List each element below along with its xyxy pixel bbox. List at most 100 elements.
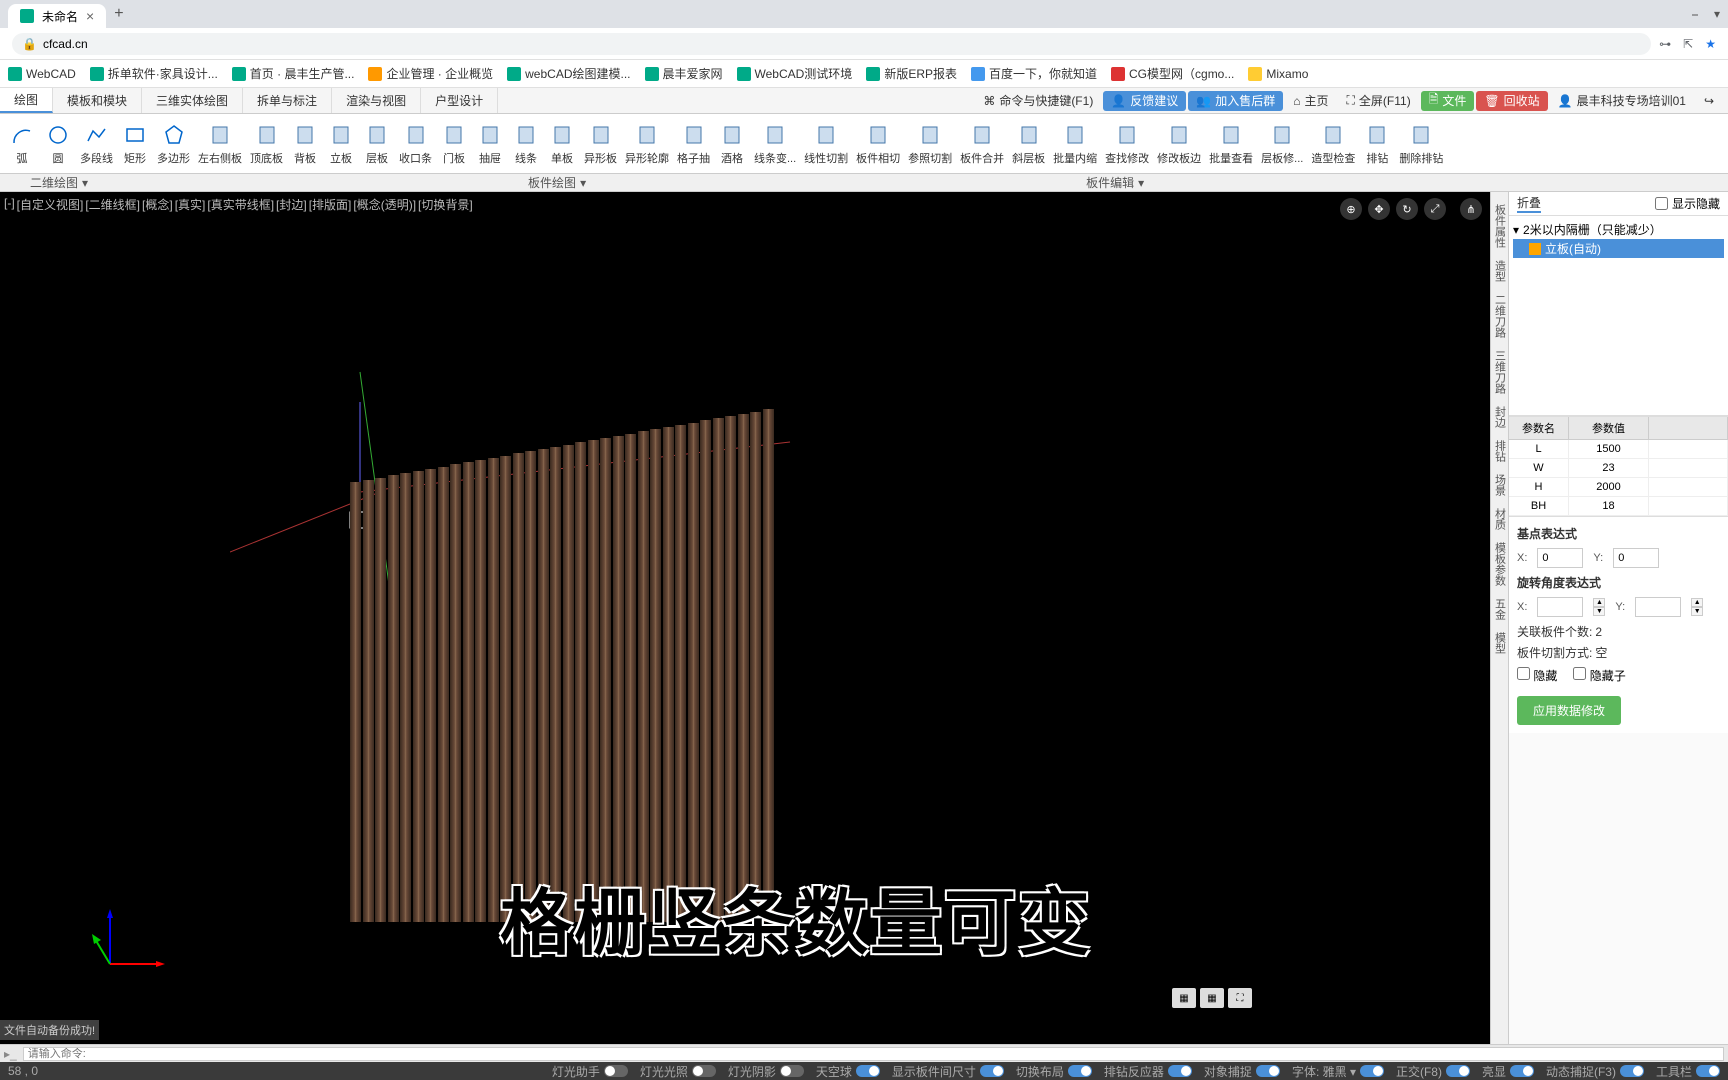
view-mode[interactable]: [自定义视图]: [17, 196, 84, 213]
toggle-switch[interactable]: [604, 1065, 628, 1077]
sub-ribbon-2d[interactable]: 二维绘图 ▾: [30, 174, 88, 191]
ribbon-refcut[interactable]: 参照切割: [904, 119, 956, 168]
bookmark-item[interactable]: WebCAD: [8, 67, 76, 81]
toggle-switch[interactable]: [1256, 1065, 1280, 1077]
expand-icon[interactable]: ⤢: [1424, 198, 1446, 220]
ribbon-check[interactable]: 造型检查: [1307, 119, 1359, 168]
side-tab[interactable]: 模型: [1492, 632, 1508, 654]
minimize-icon[interactable]: ⎯: [1692, 7, 1698, 22]
star-icon[interactable]: ★: [1705, 37, 1716, 51]
menu-tab[interactable]: 绘图: [0, 88, 53, 113]
ribbon-special[interactable]: 异形板: [580, 119, 621, 168]
shortcut-button[interactable]: ⌘ 命令与快捷键(F1): [975, 91, 1101, 111]
status-toggle[interactable]: 正交(F8): [1396, 1063, 1470, 1080]
ribbon-single[interactable]: 单板: [544, 119, 580, 168]
ribbon-batch[interactable]: 批量查看: [1205, 119, 1257, 168]
side-tab[interactable]: 造型: [1492, 260, 1508, 282]
url-field[interactable]: 🔒 cfcad.cn: [12, 33, 1651, 55]
rotation-y-input[interactable]: [1635, 597, 1681, 617]
file-button[interactable]: 🗎 文件: [1421, 91, 1475, 111]
rotation-x-input[interactable]: [1537, 597, 1583, 617]
menu-tab[interactable]: 拆单与标注: [243, 88, 332, 113]
view-mode[interactable]: [切换背景]: [418, 196, 473, 213]
ribbon-drawer[interactable]: 抽屉: [472, 119, 508, 168]
toggle-switch[interactable]: [856, 1065, 880, 1077]
ribbon-find[interactable]: 查找修改: [1101, 119, 1153, 168]
logout-icon[interactable]: ↪: [1696, 91, 1722, 111]
collapse-tab[interactable]: 折叠: [1517, 194, 1541, 213]
ribbon-strip[interactable]: 收口条: [395, 119, 436, 168]
side-tab[interactable]: 板件属性: [1492, 204, 1508, 248]
ribbon-tangent[interactable]: 板件相切: [852, 119, 904, 168]
bookmark-item[interactable]: 新版ERP报表: [866, 65, 957, 82]
user-button[interactable]: 👤 晨丰科技专场培训01: [1550, 91, 1694, 111]
ribbon-lineedit[interactable]: 线条变...: [750, 119, 800, 168]
share-view-icon[interactable]: ⋔: [1460, 198, 1482, 220]
toggle-switch[interactable]: [1696, 1065, 1720, 1077]
browser-tab[interactable]: 未命名 ×: [8, 4, 106, 28]
toggle-switch[interactable]: [1620, 1065, 1644, 1077]
ribbon-polyline[interactable]: 多段线: [76, 119, 117, 168]
side-tab[interactable]: 排钻: [1492, 440, 1508, 462]
ribbon-line[interactable]: 线条: [508, 119, 544, 168]
bookmark-item[interactable]: 企业管理 · 企业概览: [368, 65, 493, 82]
ribbon-panel-back[interactable]: 背板: [287, 119, 323, 168]
status-toggle[interactable]: 字体: 雅黑 ▾: [1292, 1063, 1384, 1080]
view-mode[interactable]: [概念(透明)]: [353, 196, 416, 213]
feedback-button[interactable]: 👤 反馈建议: [1103, 91, 1186, 111]
toggle-switch[interactable]: [1510, 1065, 1534, 1077]
new-tab-button[interactable]: +: [106, 5, 131, 23]
ribbon-grid[interactable]: 格子抽: [673, 119, 714, 168]
ribbon-panel-tb[interactable]: 顶底板: [246, 119, 287, 168]
ribbon-shrink[interactable]: 批量内缩: [1049, 119, 1101, 168]
status-toggle[interactable]: 灯光光照: [640, 1063, 716, 1080]
command-input[interactable]: [23, 1047, 1724, 1061]
side-tab[interactable]: 二维刀路: [1492, 294, 1508, 338]
ribbon-lcut[interactable]: 线性切割: [800, 119, 852, 168]
status-toggle[interactable]: 对象捕捉: [1204, 1063, 1280, 1080]
status-toggle[interactable]: 灯光助手: [552, 1063, 628, 1080]
side-tab[interactable]: 材质: [1492, 508, 1508, 530]
view-mode[interactable]: [二维线框]: [85, 196, 140, 213]
menu-tab[interactable]: 模板和模块: [53, 88, 142, 113]
show-hidden-checkbox[interactable]: 显示隐藏: [1655, 195, 1720, 212]
share-icon[interactable]: ⇱: [1683, 37, 1693, 51]
group-button[interactable]: 👥 加入售后群: [1188, 91, 1283, 111]
status-toggle[interactable]: 天空球: [816, 1063, 880, 1080]
table-row[interactable]: BH18: [1509, 497, 1728, 516]
refresh-icon[interactable]: ↻: [1396, 198, 1418, 220]
ribbon-deldrill[interactable]: 删除排钻: [1395, 119, 1447, 168]
menu-tab[interactable]: 户型设计: [421, 88, 498, 113]
target-icon[interactable]: ⊕: [1340, 198, 1362, 220]
side-tab[interactable]: 五金: [1492, 598, 1508, 620]
sub-ribbon-panel[interactable]: 板件绘图 ▾: [528, 174, 586, 191]
status-toggle[interactable]: 排钻反应器: [1104, 1063, 1192, 1080]
ribbon-panel-v[interactable]: 立板: [323, 119, 359, 168]
move-icon[interactable]: ✥: [1368, 198, 1390, 220]
ribbon-merge[interactable]: 板件合并: [956, 119, 1008, 168]
ribbon-arc[interactable]: 弧: [4, 119, 40, 168]
toggle-switch[interactable]: [1168, 1065, 1192, 1077]
view-mode[interactable]: [真实]: [175, 196, 206, 213]
spinner-up[interactable]: ▲: [1593, 598, 1605, 607]
status-toggle[interactable]: 切换布局: [1016, 1063, 1092, 1080]
menu-tab[interactable]: 三维实体绘图: [142, 88, 243, 113]
ribbon-polygon[interactable]: 多边形: [153, 119, 194, 168]
bookmark-item[interactable]: 首页 · 晨丰生产管...: [232, 65, 355, 82]
table-row[interactable]: L1500: [1509, 440, 1728, 459]
toggle-switch[interactable]: [1446, 1065, 1470, 1077]
close-icon[interactable]: ×: [86, 8, 94, 24]
table-row[interactable]: H2000: [1509, 478, 1728, 497]
toggle-switch[interactable]: [1360, 1065, 1384, 1077]
zoom-btn-2[interactable]: ▦: [1200, 988, 1224, 1008]
toggle-switch[interactable]: [780, 1065, 804, 1077]
home-button[interactable]: ⌂ 主页: [1285, 91, 1336, 111]
zoom-btn-3[interactable]: ⛶: [1228, 988, 1252, 1008]
view-mode[interactable]: [概念]: [142, 196, 173, 213]
bookmark-item[interactable]: 百度一下，你就知道: [971, 65, 1097, 82]
tree-child[interactable]: 立板(自动): [1513, 239, 1724, 258]
side-tab[interactable]: 模板参数: [1492, 542, 1508, 586]
status-toggle[interactable]: 亮显: [1482, 1063, 1534, 1080]
view-mode[interactable]: [真实带线框]: [207, 196, 274, 213]
ribbon-circle[interactable]: 圆: [40, 119, 76, 168]
